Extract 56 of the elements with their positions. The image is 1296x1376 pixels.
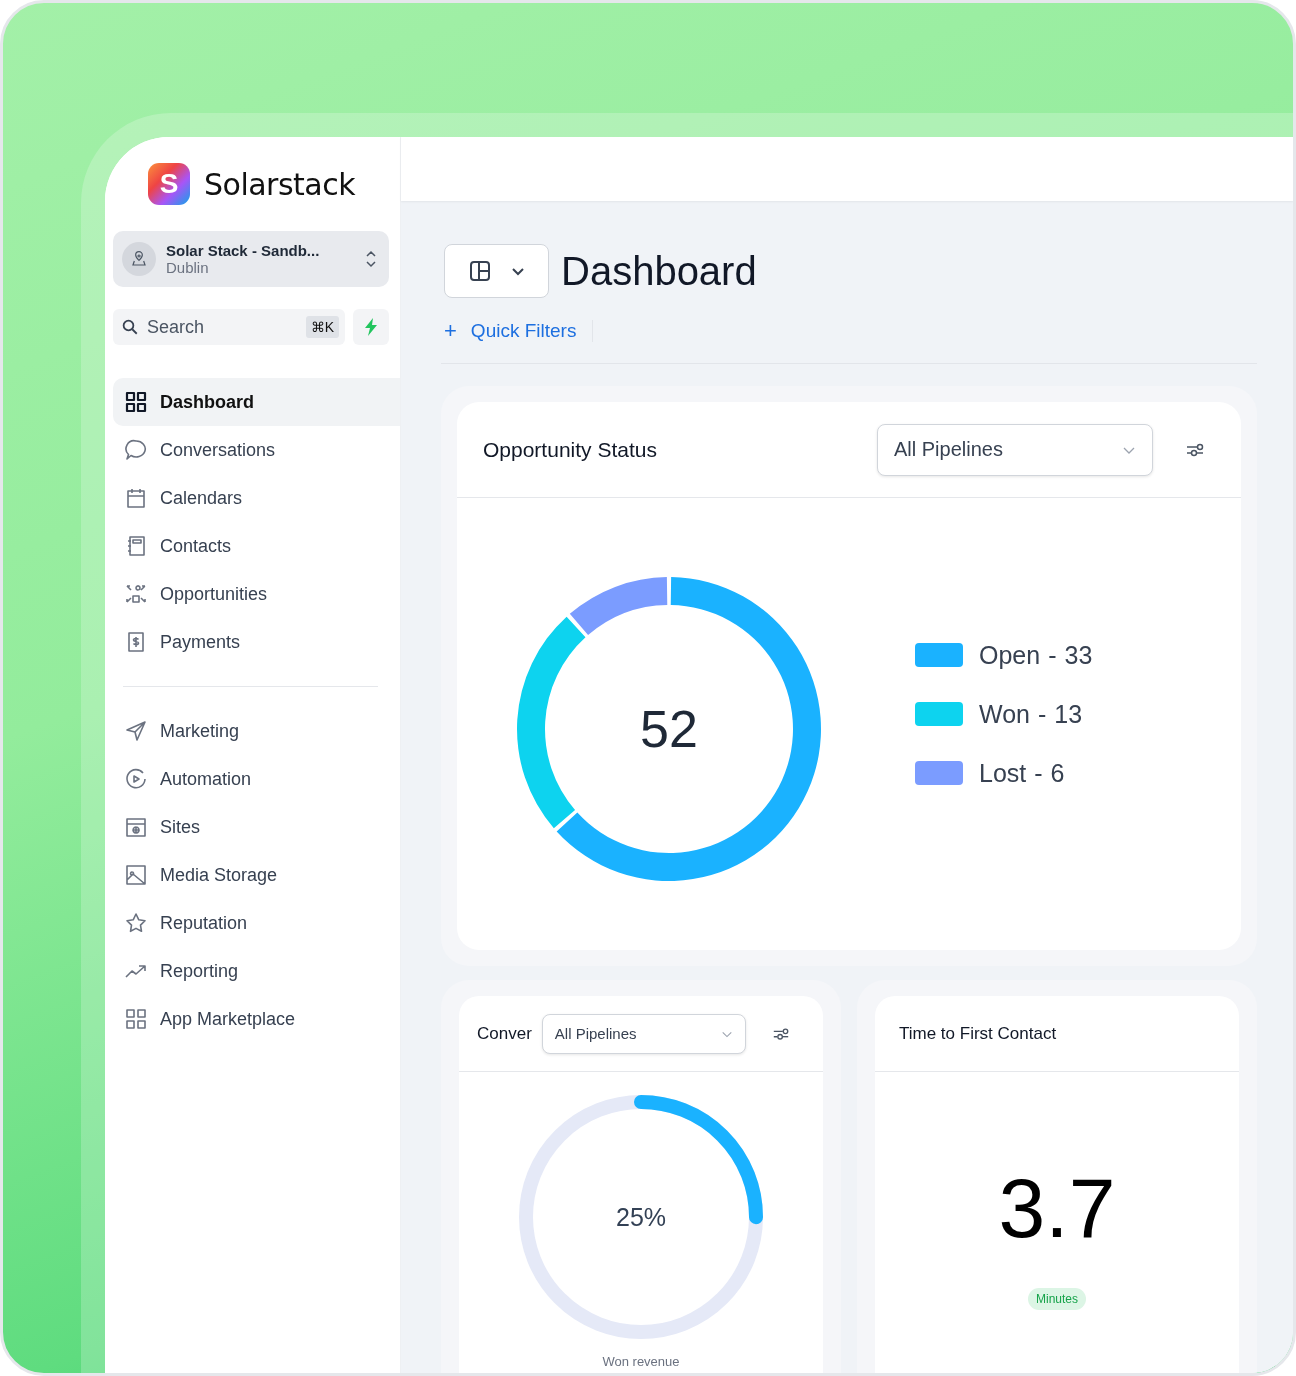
shortcut-badge: ⌘K (305, 316, 339, 338)
sidebar-item[interactable]: Calendars (113, 474, 400, 522)
quick-filters-link[interactable]: + Quick Filters (444, 317, 577, 344)
gauge-caption: Won revenue (602, 1354, 680, 1369)
legend-label: Open (979, 640, 1041, 670)
legend-count: 33 (1064, 640, 1093, 670)
sidebar-item[interactable]: App Marketplace (113, 995, 400, 1043)
page-title: Dashboard (561, 248, 757, 294)
nav-icon (124, 486, 148, 510)
metric-value: 3.7 (998, 1166, 1116, 1250)
pipeline-dropdown[interactable]: All Pipelines (877, 423, 1153, 476)
sidebar-item[interactable]: Payments (113, 618, 400, 666)
nav-icon (124, 815, 148, 839)
brand-name: Solarstack (204, 166, 356, 202)
nav-icon (124, 582, 148, 606)
sidebar-item[interactable]: Media Storage (113, 851, 400, 899)
sidebar-item[interactable]: Reporting (113, 947, 400, 995)
account-switcher[interactable]: Solar Stack - Sandb... Dublin (113, 231, 389, 287)
chevron-updown-icon (365, 250, 377, 268)
legend-separator: - (1037, 699, 1047, 729)
layout-icon (467, 259, 492, 283)
location-pin-icon (131, 251, 147, 267)
layout-toggle-button[interactable] (444, 244, 549, 298)
pipeline-dropdown[interactable]: All Pipelines (541, 1013, 746, 1054)
sidebar-item[interactable]: Contacts (113, 522, 400, 570)
logo-icon: S (148, 163, 190, 205)
card-title: Opportunity Status (483, 437, 658, 462)
unit-badge: Minutes (1028, 1288, 1086, 1310)
legend-count: 6 (1050, 758, 1065, 788)
search-icon (121, 318, 139, 336)
card-title: Conver (477, 1023, 532, 1044)
search-input[interactable]: Search (145, 315, 300, 339)
lightning-icon (363, 318, 379, 336)
card-title: Time to First Contact (898, 1023, 1058, 1044)
nav-icon (124, 767, 148, 791)
legend-label: Won (979, 699, 1030, 729)
sidebar-item[interactable]: Reputation (113, 899, 400, 947)
nav-icon (124, 719, 148, 743)
nav-icon (124, 863, 148, 887)
sidebar-item[interactable]: Opportunities (113, 570, 400, 618)
sidebar-item[interactable]: Dashboard (113, 378, 400, 426)
nav-icon (124, 390, 148, 414)
sidebar-item[interactable]: Conversations (113, 426, 400, 474)
sidebar-item[interactable]: Automation (113, 755, 400, 803)
legend-count: 13 (1054, 699, 1083, 729)
legend-separator: - (1034, 758, 1043, 788)
sidebar-item[interactable]: Marketing (113, 707, 400, 755)
conversion-rate: 25% (616, 1202, 666, 1232)
sidebar-item[interactable]: Sites (113, 803, 400, 851)
nav-icon (124, 1007, 148, 1031)
total-count: 52 (640, 699, 698, 759)
search-field[interactable]: Search ⌘K (113, 309, 345, 345)
legend-label: Lost (979, 758, 1027, 788)
nav-icon (124, 911, 148, 935)
legend-separator: - (1048, 640, 1057, 670)
nav-icon (124, 438, 148, 462)
